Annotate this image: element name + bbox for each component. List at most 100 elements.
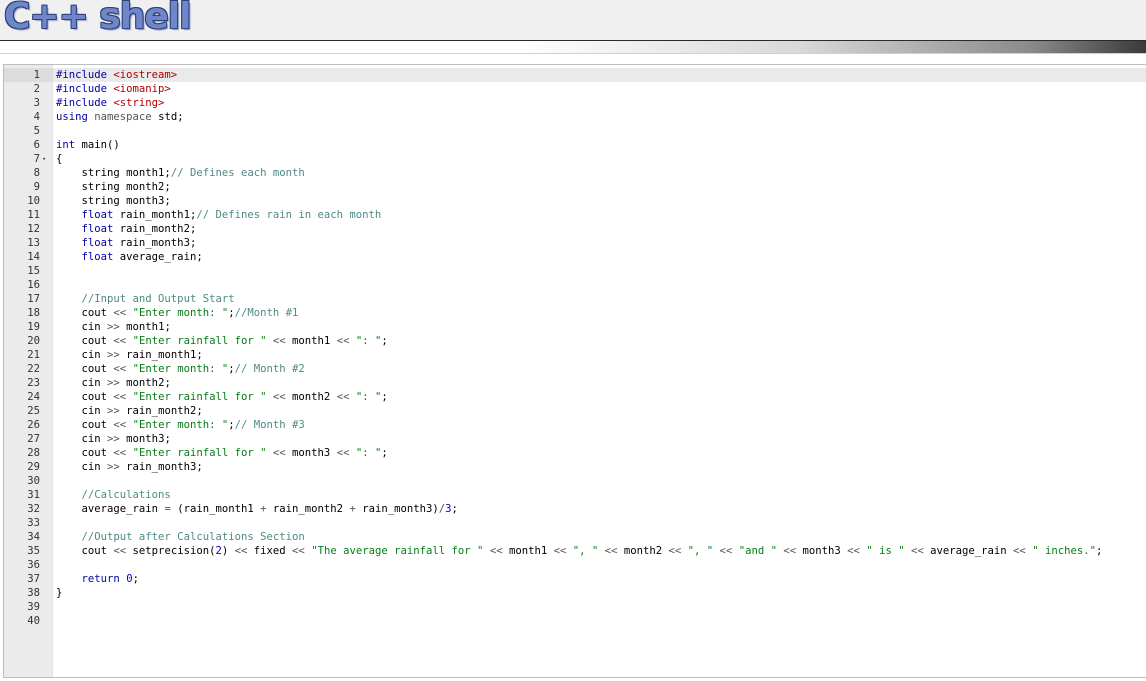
code-token: ": " (355, 391, 382, 403)
code-editor[interactable]: 1 #include <iostream> 2 #include <iomanip> 3… (3, 64, 1146, 678)
code-token: << (719, 545, 733, 557)
line-number: 11 (27, 209, 40, 221)
code-token: << (113, 391, 127, 403)
code-token: << (489, 545, 503, 557)
code-token: month3 (796, 545, 848, 557)
code-lines[interactable]: 1 #include <iostream> 2 #include <iomanip> 3… (4, 68, 1146, 628)
line-number: 1 (4, 68, 53, 82)
code-token: ", " (687, 545, 714, 557)
code-token: std; (151, 111, 184, 123)
code-token: cout (56, 447, 114, 459)
code-token: "Enter rainfall for " (132, 447, 267, 459)
code-line[interactable]: 35 cout << setprecision(2) << fixed << "… (4, 544, 1146, 558)
code-line[interactable]: 14 float average_rain; (4, 250, 1146, 264)
fold-toggle-icon[interactable]: ▾ (42, 152, 46, 166)
code-line[interactable]: 30 (4, 474, 1146, 488)
code-token: #include (56, 83, 114, 95)
code-line[interactable]: 29 cin >> rain_month3; (4, 460, 1146, 474)
code-text: cout << "Enter rainfall for " << month1 … (56, 334, 388, 348)
code-token: #include (56, 69, 114, 81)
code-line[interactable]: 31 //Calculations (4, 488, 1146, 502)
code-token: ": " (355, 447, 382, 459)
code-line[interactable]: 37 return 0; (4, 572, 1146, 586)
code-token: << (336, 447, 350, 459)
site-logo[interactable]: C++ shell (4, 0, 191, 37)
code-token: month1 (502, 545, 554, 557)
code-line[interactable]: 3 #include <string> (4, 96, 1146, 110)
code-token: << (113, 419, 127, 431)
code-token: cin (56, 349, 108, 361)
code-line[interactable]: 18 cout << "Enter month: ";//Month #1 (4, 306, 1146, 320)
code-line[interactable]: 6 int main() (4, 138, 1146, 152)
code-token: " inches." (1032, 545, 1096, 557)
code-token: //Output after Calculations Section (81, 531, 305, 543)
code-token: (rain_month1 (170, 503, 261, 515)
code-token: << (113, 307, 127, 319)
code-text: cout << "Enter rainfall for " << month2 … (56, 390, 388, 404)
code-token: cout (56, 335, 114, 347)
line-number: 6 (33, 139, 40, 151)
code-line[interactable]: 34 //Output after Calculations Section (4, 530, 1146, 544)
code-line[interactable]: 11 float rain_month1;// Defines rain in … (4, 208, 1146, 222)
code-token: string month3; (56, 195, 171, 207)
code-text: float rain_month1;// Defines rain in eac… (56, 208, 382, 222)
code-token: ; (1095, 545, 1103, 557)
code-line[interactable]: 26 cout << "Enter month: ";// Month #3 (4, 418, 1146, 432)
code-line[interactable]: 10 string month3; (4, 194, 1146, 208)
code-line[interactable]: 8 string month1;// Defines each month (4, 166, 1146, 180)
code-token: << (272, 447, 286, 459)
code-line[interactable]: 33 (4, 516, 1146, 530)
code-token: // Month #2 (234, 363, 305, 375)
code-token: cin (56, 321, 108, 333)
code-line[interactable]: 28 cout << "Enter rainfall for " << mont… (4, 446, 1146, 460)
code-text: return 0; (56, 572, 139, 586)
code-token: return (81, 573, 120, 585)
code-line[interactable]: 27 cin >> month3; (4, 432, 1146, 446)
code-line[interactable]: 40 (4, 614, 1146, 628)
code-line[interactable]: 13 float rain_month3; (4, 236, 1146, 250)
code-token: float (81, 251, 114, 263)
code-token: rain_month2 (266, 503, 350, 515)
code-line[interactable]: 2 #include <iomanip> (4, 82, 1146, 96)
code-line[interactable]: 7 ▾{ (4, 152, 1146, 166)
site-header: C++ shell (0, 0, 1146, 40)
line-number: 39 (27, 601, 40, 613)
code-line[interactable]: 19 cin >> month1; (4, 320, 1146, 334)
code-line[interactable]: 16 (4, 278, 1146, 292)
code-line[interactable]: 32 average_rain = (rain_month1 + rain_mo… (4, 502, 1146, 516)
code-text: cin >> rain_month3; (56, 460, 203, 474)
code-line[interactable]: 17 //Input and Output Start (4, 292, 1146, 306)
code-token: // Month #3 (234, 419, 305, 431)
code-line[interactable]: 22 cout << "Enter month: ";// Month #2 (4, 362, 1146, 376)
code-token: "Enter month: " (132, 363, 229, 375)
code-token: ": " (355, 335, 382, 347)
code-token: cout (56, 419, 114, 431)
code-line[interactable]: 36 (4, 558, 1146, 572)
code-line[interactable]: 12 float rain_month2; (4, 222, 1146, 236)
line-number: 24 (27, 391, 40, 403)
code-line[interactable]: 5 (4, 124, 1146, 138)
code-line[interactable]: 23 cin >> month2; (4, 376, 1146, 390)
code-text: cout << "Enter month: ";//Month #1 (56, 306, 299, 320)
code-token: rain_month2; (119, 405, 203, 417)
code-token: //Calculations (81, 489, 171, 501)
code-line[interactable]: 1 #include <iostream> (4, 68, 1146, 82)
code-line[interactable]: 24 cout << "Enter rainfall for " << mont… (4, 390, 1146, 404)
code-token: string month1; (56, 167, 171, 179)
code-line[interactable]: 20 cout << "Enter rainfall for " << mont… (4, 334, 1146, 348)
line-number: 26 (27, 419, 40, 431)
code-line[interactable]: 4 using namespace std; (4, 110, 1146, 124)
line-number: 25 (27, 405, 40, 417)
code-line[interactable]: 21 cin >> rain_month1; (4, 348, 1146, 362)
code-line[interactable]: 39 (4, 600, 1146, 614)
code-text: } (56, 586, 62, 600)
code-line[interactable]: 38} (4, 586, 1146, 600)
code-line[interactable]: 15 (4, 264, 1146, 278)
code-token: string month2; (56, 181, 171, 193)
code-token: month3 (285, 447, 337, 459)
code-token: >> (107, 461, 120, 473)
code-line[interactable]: 25 cin >> rain_month2; (4, 404, 1146, 418)
code-token: << (234, 545, 248, 557)
code-line[interactable]: 9 string month2; (4, 180, 1146, 194)
